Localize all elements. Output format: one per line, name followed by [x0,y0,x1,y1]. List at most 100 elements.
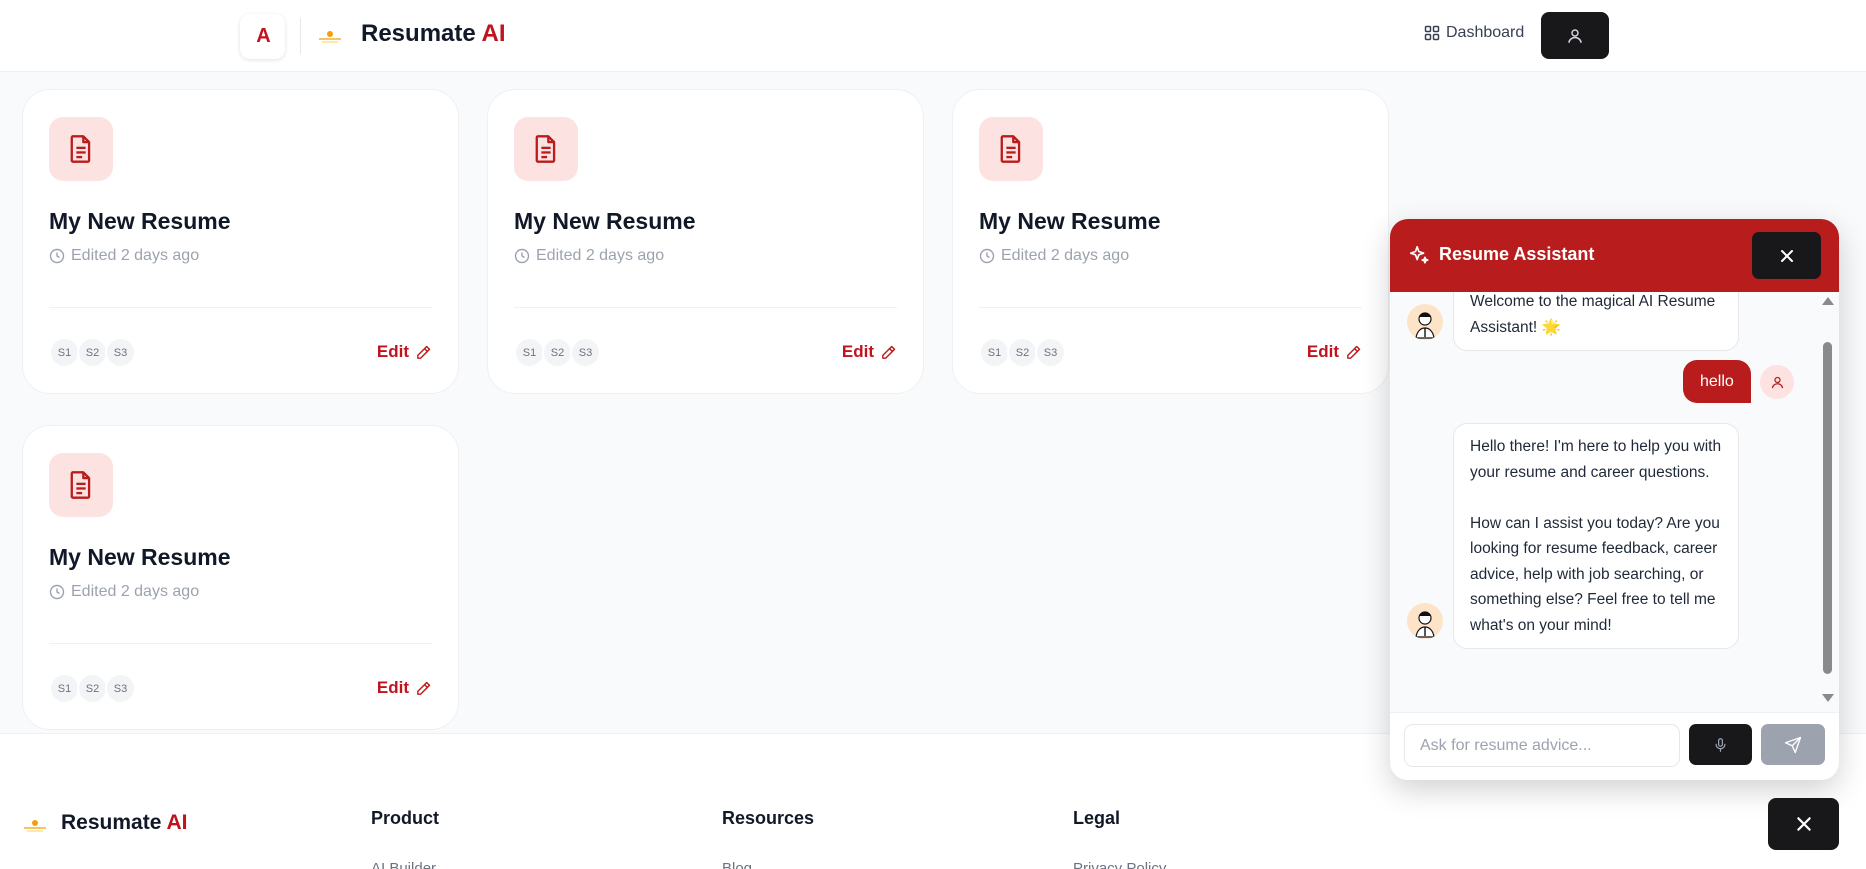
grid-icon [1424,25,1440,41]
scroll-up-arrow[interactable] [1822,297,1834,305]
chat-panel: Resume Assistant Welcome to the magical … [1390,219,1839,780]
document-icon [535,135,556,163]
section-badge: S1 [979,337,1010,368]
edit-label: Edit [376,342,409,361]
document-icon-tile [49,117,113,181]
edited-text: Edited 2 days ago [71,583,200,600]
section-badge: S2 [77,673,108,704]
edited-info: Edited 2 days ago [979,247,1129,265]
logo-icon [319,31,341,43]
chat-input[interactable] [1404,724,1680,767]
section-badge: S1 [514,337,545,368]
edited-text: Edited 2 days ago [1001,247,1130,264]
chat-title: Resume Assistant [1439,244,1595,264]
profile-button[interactable] [1541,12,1609,59]
top-header: A Resumate AI Dashboard [0,0,1866,72]
header-divider [300,18,301,54]
resume-card[interactable]: My New Resume Edited 2 days ago S1 S2 S3 E… [22,89,459,394]
edit-button[interactable]: Edit [377,342,432,362]
chat-toggle-close-button[interactable] [1768,798,1839,850]
assistant-paragraph: Hello there! I'm here to help you with y… [1470,438,1722,481]
footer-brand[interactable]: Resumate AI [61,811,187,835]
user-avatar [1760,365,1794,399]
document-icon-tile [979,117,1043,181]
resume-card[interactable]: My New Resume Edited 2 days ago S1 S2 S3 E… [487,89,924,394]
chat-messages[interactable]: Welcome to the magical AI Resume Assista… [1390,292,1839,712]
clock-icon [49,584,65,600]
dashboard-label: Dashboard [1446,24,1525,41]
chat-composer [1390,712,1839,780]
user-icon [1568,28,1582,43]
footer-heading-product: Product [371,808,440,828]
resume-title: My New Resume [49,544,231,570]
document-icon-tile [514,117,578,181]
section-badges: S1 S2 S3 [514,337,601,368]
footer-brand-text: Resumate [61,811,162,834]
document-icon-tile [49,453,113,517]
brand-mark: A [256,25,271,47]
edit-button[interactable]: Edit [1307,342,1362,362]
user-avatar-icon [1771,376,1783,388]
resume-title: My New Resume [514,208,696,234]
mic-button[interactable] [1689,724,1752,765]
user-message-text: hello [1700,372,1734,390]
footer-heading-legal: Legal [1073,808,1121,828]
section-badge: S2 [1007,337,1038,368]
resume-card[interactable]: My New Resume Edited 2 days ago S1 S2 S3 E… [22,425,459,730]
section-badge: S1 [49,673,80,704]
chat-header: Resume Assistant [1390,219,1839,292]
send-button[interactable] [1761,724,1825,765]
send-icon [1784,736,1802,753]
microphone-icon [1715,737,1726,752]
section-badge: S3 [1035,337,1066,368]
pencil-icon [417,345,431,359]
brand-name[interactable]: Resumate AI [361,20,506,48]
assistant-avatar [1407,603,1443,639]
assistant-avatar-icon [1415,611,1435,638]
footer-link-privacy[interactable]: Privacy Policy [1073,860,1166,869]
footer-link-ai-builder[interactable]: AI Builder [371,860,436,869]
clock-icon [514,248,530,264]
chat-close-button[interactable] [1752,232,1821,279]
edited-info: Edited 2 days ago [49,247,199,265]
section-badge: S2 [77,337,108,368]
clock-icon [49,248,65,264]
close-icon [1796,817,1811,831]
edited-info: Edited 2 days ago [514,247,664,265]
section-badges: S1 S2 S3 [49,673,136,704]
section-badges: S1 S2 S3 [979,337,1066,368]
footer-heading-resources: Resources [722,808,815,828]
section-badge: S2 [542,337,573,368]
brand-mark-button[interactable]: A [240,14,285,59]
assistant-paragraph: How can I assist you today? Are you look… [1470,514,1720,634]
edited-info: Edited 2 days ago [49,583,199,601]
section-badge: S3 [105,673,136,704]
section-badge: S1 [49,337,80,368]
pencil-icon [882,345,896,359]
edit-label: Edit [1306,342,1339,361]
edited-text: Edited 2 days ago [71,247,200,264]
scroll-down-arrow[interactable] [1822,694,1834,702]
pencil-icon [1347,345,1361,359]
chat-scrollbar-thumb[interactable] [1823,342,1832,674]
pencil-icon [417,681,431,695]
footer-logo-icon [24,820,46,832]
user-message: hello [1683,360,1751,403]
assistant-message: Hello there! I'm here to help you with y… [1453,423,1739,649]
dashboard-link[interactable]: Dashboard [1424,24,1524,42]
resume-card[interactable]: My New Resume Edited 2 days ago S1 S2 S3 E… [952,89,1389,394]
footer-link-blog[interactable]: Blog [722,860,752,869]
assistant-avatar-icon [1415,312,1435,339]
edit-button[interactable]: Edit [842,342,897,362]
card-divider [514,307,897,308]
document-icon [1000,135,1021,163]
card-divider [979,307,1362,308]
sparkles-icon [1409,245,1429,264]
document-icon [70,135,91,163]
card-divider [49,643,432,644]
edited-text: Edited 2 days ago [536,247,665,264]
footer-brand-ai: AI [166,811,188,834]
section-badge: S3 [105,337,136,368]
edit-button[interactable]: Edit [377,678,432,698]
card-divider [49,307,432,308]
